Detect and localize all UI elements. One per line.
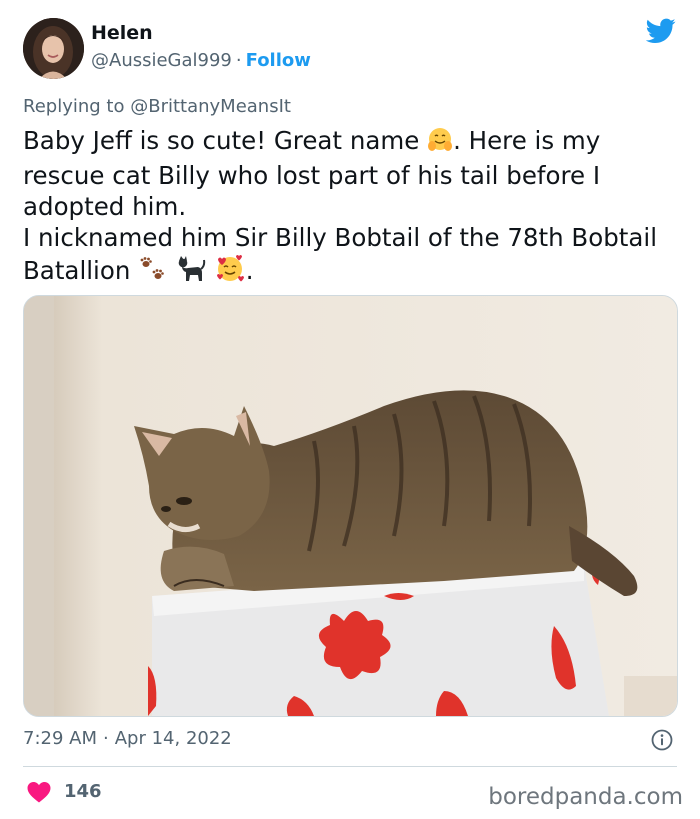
tweet-text-2-end: .: [245, 256, 254, 285]
like-count[interactable]: 146: [64, 781, 102, 802]
watermark: boredpanda.com: [488, 784, 683, 810]
user-avatar-icon: [23, 18, 84, 79]
follow-button[interactable]: Follow: [246, 50, 311, 71]
tweet-photo[interactable]: [23, 295, 678, 717]
tweet-date: Apr 14, 2022: [114, 728, 232, 749]
hugging-face-emoji-icon: [427, 127, 453, 160]
tweet-text: Baby Jeff is so cute! Great name . Here …: [23, 125, 673, 290]
avatar[interactable]: [23, 18, 84, 79]
replying-to-prefix: Replying to: [23, 96, 125, 117]
divider: [23, 766, 677, 767]
reply-mention-link[interactable]: @BrittanyMeansIt: [130, 96, 291, 117]
tweet-time: 7:29 AM: [23, 728, 97, 749]
tweet-card: Helen @AussieGal999 · Follow Replying to @…: [0, 0, 700, 819]
cat-photo-icon: [24, 296, 677, 716]
replying-to: Replying to @BrittanyMeansIt: [23, 96, 291, 117]
tweet-paragraph-2: I nicknamed him Sir Billy Bobtail of the…: [23, 222, 673, 290]
timestamp-separator: ·: [103, 728, 109, 749]
twitter-bird-icon[interactable]: [646, 18, 676, 44]
tweet-timestamp[interactable]: 7:29 AM · Apr 14, 2022: [23, 728, 232, 749]
smiling-face-with-hearts-emoji-icon: [214, 253, 246, 290]
author-name[interactable]: Helen: [91, 22, 153, 44]
separator: ·: [235, 50, 242, 71]
paw-prints-emoji-icon: [138, 255, 168, 290]
tweet-paragraph-1: Baby Jeff is so cute! Great name . Here …: [23, 125, 673, 222]
info-icon[interactable]: [651, 729, 673, 751]
heart-icon[interactable]: [27, 781, 51, 803]
author-handle-row: @AussieGal999 · Follow: [91, 50, 311, 71]
tweet-text-1a: Baby Jeff is so cute! Great name: [23, 126, 420, 155]
tweet-text-2: I nicknamed him Sir Billy Bobtail of the…: [23, 223, 657, 285]
black-cat-emoji-icon: [176, 255, 206, 290]
author-handle[interactable]: @AussieGal999: [91, 50, 232, 71]
